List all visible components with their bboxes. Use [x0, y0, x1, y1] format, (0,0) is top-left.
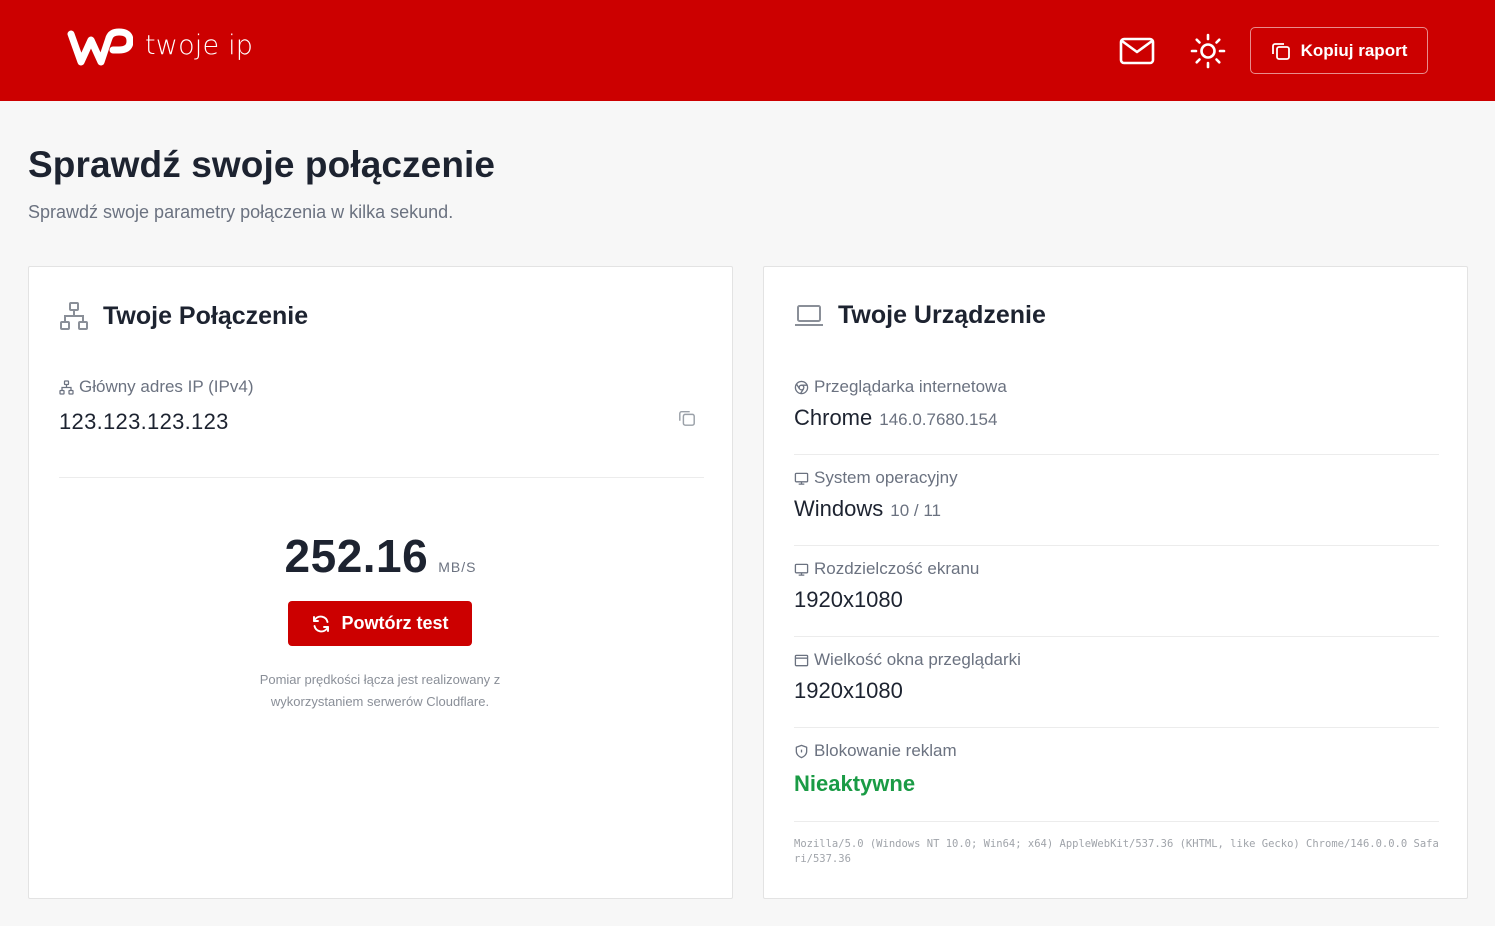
speed-result: 252.16 MB/S [29, 529, 732, 583]
browser-window-icon [794, 654, 809, 666]
adblock-label-row: Blokowanie reklam [794, 741, 1439, 761]
browser-version: 146.0.7680.154 [879, 410, 998, 429]
copy-icon [679, 410, 695, 426]
speed-note: Pomiar prędkości łącza jest realizowany … [259, 672, 501, 709]
os-row: System operacyjny Windows 10 / 11 [794, 468, 1439, 522]
mail-icon [1119, 37, 1155, 65]
device-card: Twoje Urządzenie Przeglądarka internetow… [763, 266, 1468, 899]
mail-button[interactable] [1118, 32, 1156, 70]
window-value: 1920x1080 [794, 678, 903, 703]
screen-label: Rozdzielczość ekranu [814, 559, 980, 578]
device-card-header: Twoje Urządzenie [794, 301, 1046, 330]
speed-value: 252.16 [284, 530, 429, 582]
os-label: System operacyjny [814, 468, 958, 487]
window-label-row: Wielkość okna przeglądarki [794, 650, 1439, 670]
monitor-icon [794, 563, 809, 576]
user-agent-string: Mozilla/5.0 (Windows NT 10.0; Win64; x64… [794, 838, 1439, 865]
browser-value: Chrome 146.0.7680.154 [794, 405, 1439, 431]
copy-ip-button[interactable] [678, 409, 696, 432]
chrome-icon [794, 380, 809, 394]
browser-row: Przeglądarka internetowa Chrome 146.0.76… [794, 377, 1439, 431]
device-card-title: Twoje Urządzenie [838, 301, 1046, 329]
screen-value: 1920x1080 [794, 587, 903, 612]
screen-label-row: Rozdzielczość ekranu [794, 559, 1439, 579]
wp-logo-icon [67, 28, 133, 66]
top-bar: twoje ip Kopiuj raport [0, 0, 1495, 101]
theme-toggle-button[interactable] [1189, 32, 1227, 70]
divider [794, 454, 1439, 455]
screen-row: Rozdzielczość ekranu 1920x1080 [794, 559, 1439, 613]
ip-value: 123.123.123.123 [59, 409, 229, 434]
connection-card: Twoje Połączenie Główny adres IP (IPv4) … [28, 266, 733, 899]
browser-label: Przeglądarka internetowa [814, 377, 1007, 396]
browser-name: Chrome [794, 405, 873, 430]
retry-test-button[interactable]: Powtórz test [288, 601, 472, 646]
connection-card-header: Twoje Połączenie [59, 301, 308, 331]
network-small-icon [59, 379, 74, 395]
os-version: 10 / 11 [890, 501, 941, 520]
divider [794, 636, 1439, 637]
os-name: Windows [794, 496, 884, 521]
browser-label-row: Przeglądarka internetowa [794, 377, 1439, 397]
ip-label: Główny adres IP (IPv4) [79, 377, 254, 396]
refresh-icon [313, 615, 330, 632]
divider [794, 545, 1439, 546]
speed-unit: MB/S [438, 559, 477, 575]
retry-test-label: Powtórz test [341, 613, 449, 633]
divider [59, 477, 704, 478]
window-label: Wielkość okna przeglądarki [814, 650, 1021, 669]
monitor-icon [794, 472, 809, 485]
ip-block: Główny adres IP (IPv4) 123.123.123.123 [59, 377, 704, 435]
shield-icon [795, 744, 808, 758]
window-row: Wielkość okna przeglądarki 1920x1080 [794, 650, 1439, 704]
laptop-icon [795, 304, 823, 326]
os-value: Windows 10 / 11 [794, 496, 1439, 522]
sun-icon [1190, 33, 1226, 69]
page-subtitle: Sprawdź swoje parametry połączenia w kil… [28, 202, 454, 222]
page-title: Sprawdź swoje połączenie [28, 144, 496, 185]
network-icon [60, 302, 88, 330]
divider [794, 821, 1439, 822]
copy-report-button[interactable]: Kopiuj raport [1250, 27, 1428, 74]
adblock-status: Nieaktywne [794, 771, 916, 796]
ip-label-row: Główny adres IP (IPv4) [59, 377, 704, 397]
connection-card-title: Twoje Połączenie [103, 301, 309, 330]
copy-icon [1271, 42, 1290, 60]
logo-text: twoje ip [145, 29, 254, 61]
adblock-row: Blokowanie reklam Nieaktywne [794, 741, 1439, 797]
adblock-label: Blokowanie reklam [814, 741, 957, 760]
os-label-row: System operacyjny [794, 468, 1439, 488]
divider [794, 727, 1439, 728]
copy-report-label: Kopiuj raport [1300, 40, 1408, 60]
logo[interactable]: twoje ip [67, 28, 253, 68]
